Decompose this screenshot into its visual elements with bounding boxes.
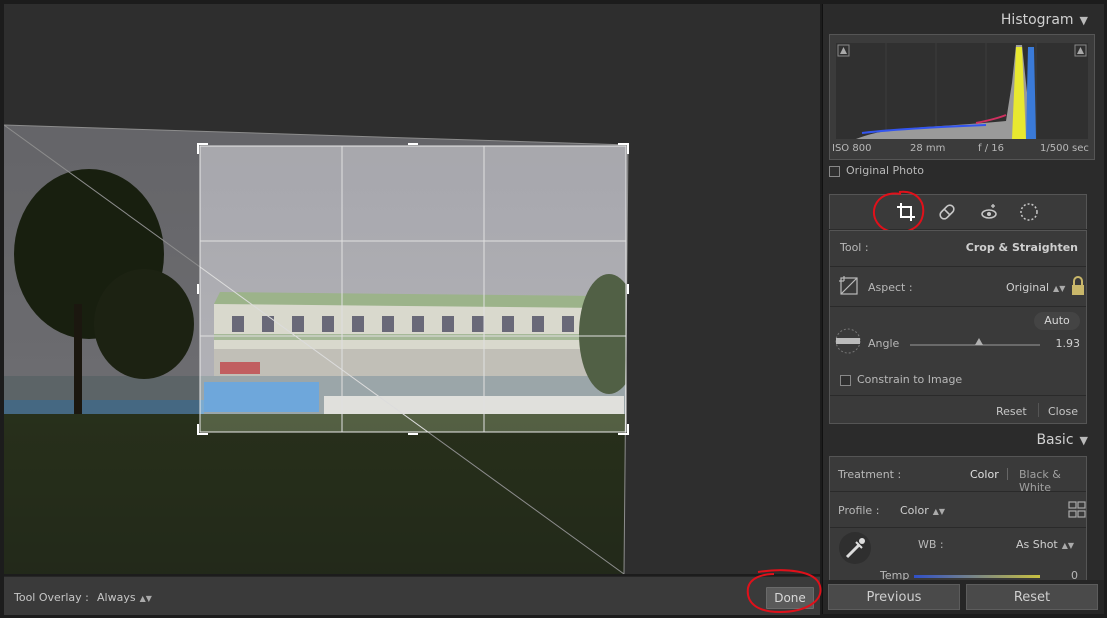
previous-reset-bar: Previous Reset xyxy=(823,580,1104,614)
wb-select[interactable]: As Shot ▲▼ xyxy=(1016,538,1074,551)
focal-length-value: 28 mm xyxy=(910,143,946,154)
original-photo-label: Original Photo xyxy=(846,164,924,177)
tool-value: Crop & Straighten xyxy=(965,241,1078,254)
crop-close-button[interactable]: Close xyxy=(1048,405,1078,418)
temp-slider[interactable] xyxy=(914,575,1040,578)
spot-removal-icon[interactable] xyxy=(936,201,958,223)
histogram[interactable]: ISO 800 28 mm f / 16 1/500 sec xyxy=(829,34,1095,160)
tool-overlay-label: Tool Overlay : xyxy=(14,591,89,604)
constrain-label: Constrain to Image xyxy=(857,373,963,386)
histogram-title: Histogram xyxy=(1000,12,1074,28)
wb-eyedropper-icon[interactable] xyxy=(838,531,872,565)
aspect-label: Aspect : xyxy=(868,281,913,294)
treatment-color-button[interactable]: Color xyxy=(970,468,999,481)
updown-arrow-icon: ▲▼ xyxy=(1053,284,1066,293)
develop-right-panel: Histogram ▼ ISO 800 28 mm f / 16 1/500 se… xyxy=(822,4,1104,614)
treatment-label: Treatment : xyxy=(838,468,902,481)
profile-label: Profile : xyxy=(838,504,880,517)
red-eye-icon[interactable] xyxy=(978,201,1000,223)
photo-canvas[interactable] xyxy=(4,4,820,574)
previous-button[interactable]: Previous xyxy=(828,584,960,610)
tool-label: Tool : xyxy=(840,241,869,254)
aperture-value: f / 16 xyxy=(978,143,1004,154)
wb-label: WB : xyxy=(918,538,944,551)
divider xyxy=(830,395,1086,396)
updown-arrow-icon: ▲▼ xyxy=(1061,541,1075,550)
histogram-graph xyxy=(836,43,1088,139)
updown-arrow-icon: ▲▼ xyxy=(139,594,152,603)
tool-overlay-select[interactable]: Always ▲▼ xyxy=(97,591,152,604)
basic-header[interactable]: Basic ▼ xyxy=(1036,432,1088,448)
angle-slider-thumb[interactable] xyxy=(975,338,983,345)
original-photo-checkbox[interactable] xyxy=(829,165,840,177)
crop-straighten-panel: Tool : Crop & Straighten Aspect : Origin… xyxy=(829,230,1087,424)
aspect-value: Original xyxy=(1006,281,1050,294)
divider xyxy=(830,266,1086,267)
toolbar: Tool Overlay : Always ▲▼ Done xyxy=(4,576,820,615)
divider xyxy=(1038,403,1039,417)
done-button[interactable]: Done xyxy=(766,587,814,609)
graduated-filter-icon[interactable] xyxy=(1018,201,1040,223)
collapse-triangle-icon: ▼ xyxy=(1079,14,1088,27)
reset-button[interactable]: Reset xyxy=(966,584,1098,610)
original-photo-toggle[interactable]: Original Photo xyxy=(829,164,1093,182)
angle-value[interactable]: 1.93 xyxy=(1056,337,1081,350)
divider xyxy=(830,306,1086,307)
updown-arrow-icon: ▲▼ xyxy=(932,507,946,516)
tool-overlay-value: Always xyxy=(97,591,136,604)
wb-value: As Shot xyxy=(1016,538,1058,551)
iso-value: ISO 800 xyxy=(832,143,872,154)
basic-title: Basic xyxy=(1036,432,1074,448)
straighten-tool-icon[interactable] xyxy=(834,327,862,355)
angle-label: Angle xyxy=(868,337,900,350)
rotated-photo xyxy=(4,4,820,574)
tool-strip xyxy=(829,194,1087,229)
collapse-triangle-icon: ▼ xyxy=(1079,434,1088,447)
constrain-to-image-toggle[interactable]: Constrain to Image xyxy=(840,373,962,386)
crop-reset-button[interactable]: Reset xyxy=(996,405,1027,418)
crop-overlay-icon[interactable] xyxy=(895,201,917,223)
profile-browser-icon[interactable] xyxy=(1068,501,1086,519)
auto-button[interactable]: Auto xyxy=(1034,312,1080,330)
aspect-grid-icon[interactable] xyxy=(838,275,860,297)
divider xyxy=(830,491,1086,492)
constrain-checkbox[interactable] xyxy=(840,374,851,386)
divider xyxy=(830,527,1086,528)
lock-icon[interactable] xyxy=(1070,275,1086,297)
aspect-select[interactable]: Original ▲▼ xyxy=(1006,281,1065,294)
profile-value: Color xyxy=(900,504,929,517)
profile-select[interactable]: Color ▲▼ xyxy=(900,504,945,517)
divider xyxy=(1007,468,1008,480)
basic-panel: Treatment : Color Black & White Profile … xyxy=(829,456,1087,582)
shutter-value: 1/500 sec xyxy=(1040,143,1089,154)
histogram-header[interactable]: Histogram ▼ xyxy=(1001,12,1088,28)
